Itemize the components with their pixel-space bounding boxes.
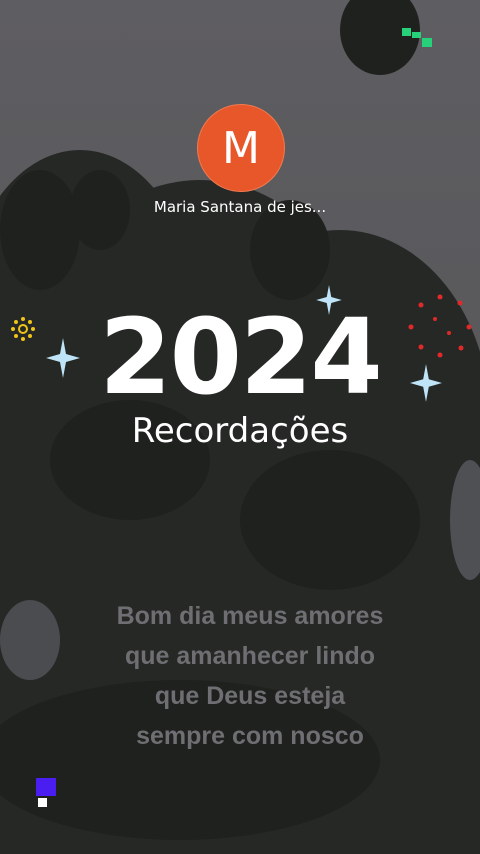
message-line: que Deus esteja (154, 682, 346, 710)
avatar-letter: M (222, 122, 260, 174)
message-line: que amanhecer lindo (124, 642, 376, 670)
pixel-icon (402, 28, 432, 47)
recap-year: 2024 (99, 296, 382, 418)
post-message: Bom dia meus amores que amanhecer lindo … (90, 596, 410, 756)
pixel-icon (36, 778, 56, 807)
profile-name[interactable]: Maria Santana de jes... (0, 198, 480, 216)
message-line: sempre com nosco (136, 722, 364, 750)
recap-title: Recordações (131, 411, 349, 451)
message-line: Bom dia meus amores (116, 602, 384, 630)
avatar[interactable]: M (197, 104, 285, 192)
